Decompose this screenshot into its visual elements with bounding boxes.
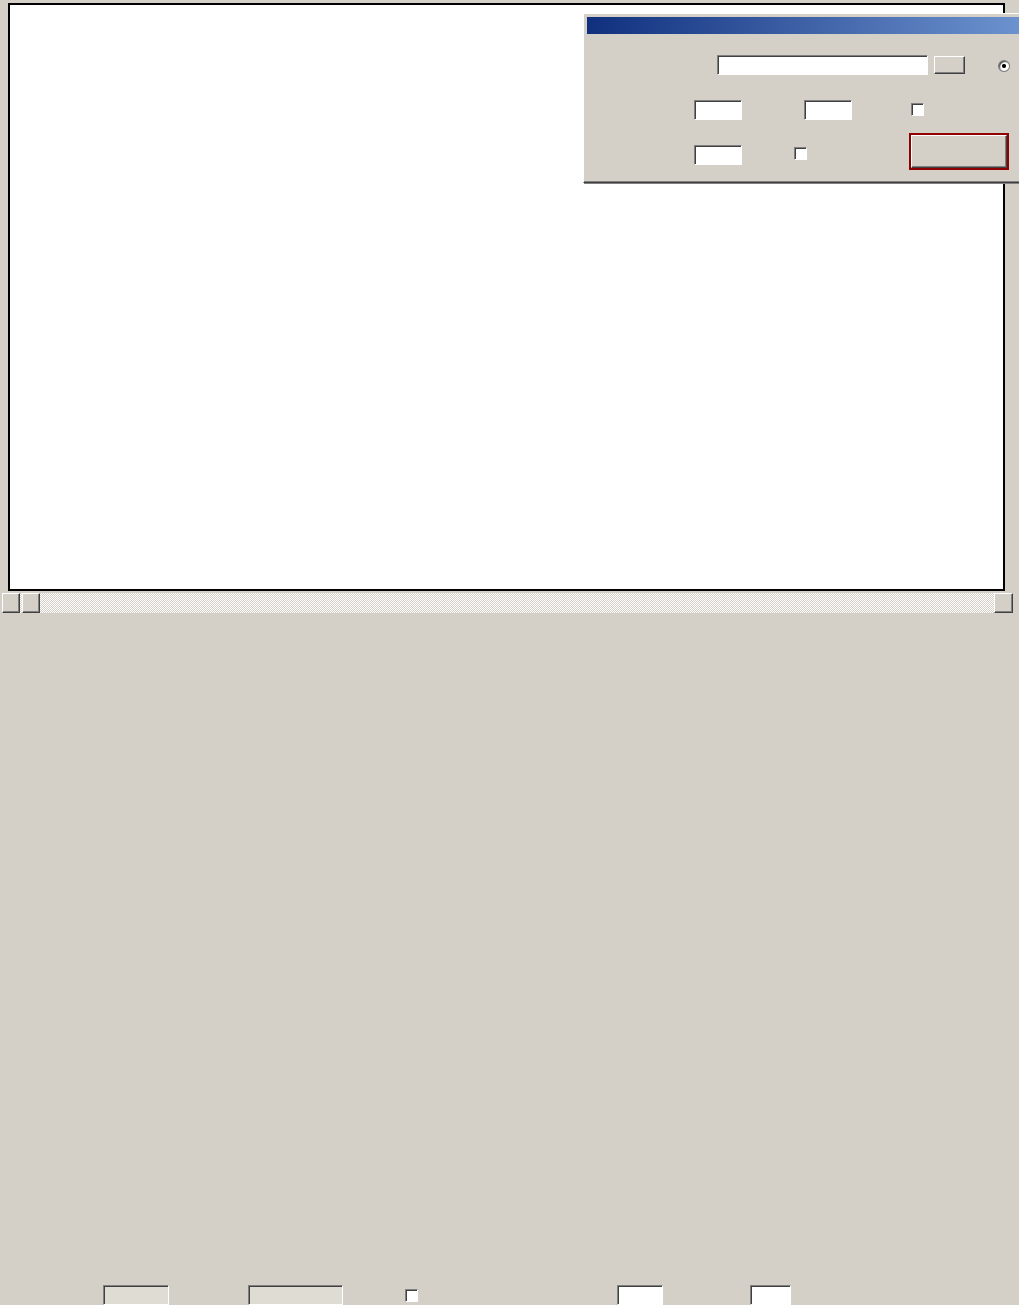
scroll-left-button[interactable] <box>2 593 20 613</box>
low-level-field[interactable] <box>750 1285 791 1305</box>
file-radio-button[interactable] <box>998 60 1010 72</box>
application-window: { "dialog": { "title": "Compare two spec… <box>0 0 1019 669</box>
shift-field[interactable] <box>804 100 852 120</box>
compare-two-spectra-dialog <box>583 13 1019 183</box>
dialog-title-bar[interactable] <box>587 17 1019 34</box>
horizontal-scrollbar[interactable] <box>2 593 1013 613</box>
compare-button[interactable] <box>911 135 1007 168</box>
velocity-checkbox[interactable] <box>911 103 924 116</box>
intensity-field[interactable] <box>248 1285 343 1305</box>
scrollbar-thumb[interactable] <box>22 593 40 613</box>
scroll-right-button[interactable] <box>994 593 1013 613</box>
wavelength-field[interactable] <box>103 1285 169 1305</box>
status-bar <box>0 614 1019 640</box>
readout-toolbar <box>0 640 1019 669</box>
high-level-field[interactable] <box>617 1285 663 1305</box>
compare-to-spectrum-field[interactable] <box>717 55 928 75</box>
browse-button[interactable] <box>934 56 965 74</box>
threshold-down-field[interactable] <box>694 145 742 165</box>
threshold-up-field[interactable] <box>694 100 742 120</box>
compare-button-highlight-border <box>909 133 1009 170</box>
display-ratio-checkbox[interactable] <box>794 147 807 160</box>
automatic-threshold-checkbox[interactable] <box>405 1289 418 1302</box>
